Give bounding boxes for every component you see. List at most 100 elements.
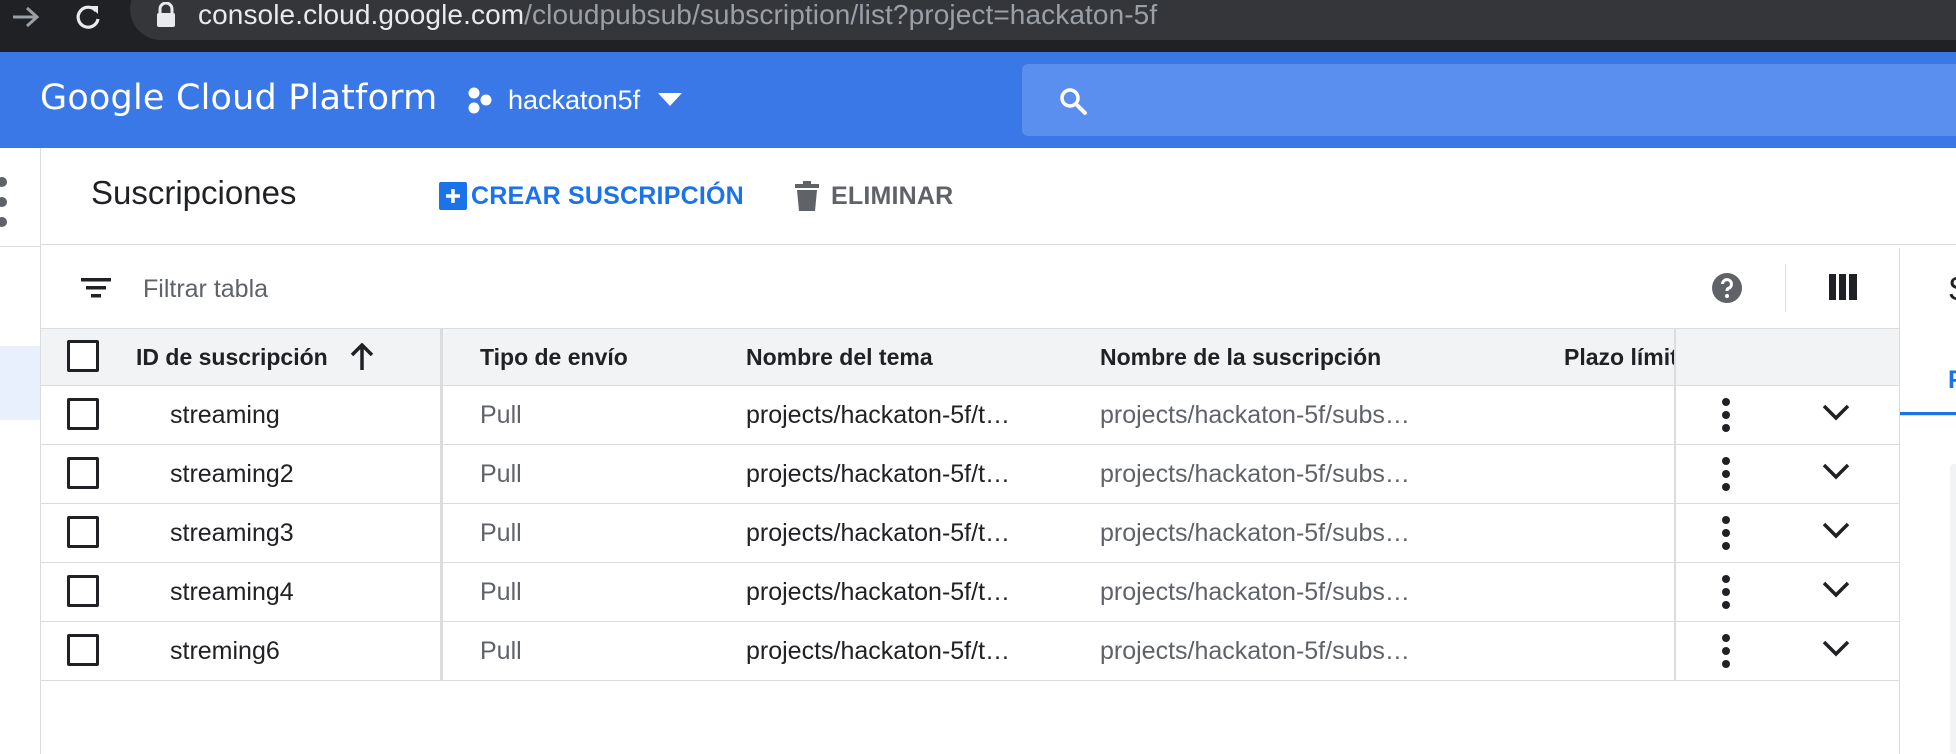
row-checkbox[interactable] (67, 516, 99, 548)
cell-subscription-name: projects/hackaton-5f/subs… (1100, 637, 1410, 665)
row-divider (440, 445, 443, 503)
url-path: /cloudpubsub/subscription/list?project=h… (524, 0, 1158, 30)
cell-subscription-id[interactable]: streaming (170, 386, 280, 444)
row-checkbox[interactable] (67, 634, 99, 666)
table-row[interactable]: streming6 Pull projects/hackaton-5f/t… p… (41, 622, 1899, 681)
cell-subscription-name: projects/hackaton-5f/subs… (1100, 519, 1410, 547)
cell-subscription-name: projects/hackaton-5f/subs… (1100, 578, 1410, 606)
chevron-down-icon[interactable] (1822, 522, 1850, 540)
table-row[interactable]: streaming2 Pull projects/hackaton-5f/t… … (41, 445, 1899, 504)
reload-icon[interactable] (68, 0, 108, 34)
browser-toolbar: console.cloud.google.com/cloudpubsub/sub… (0, 0, 1956, 52)
filter-separator (1785, 264, 1786, 312)
filter-input[interactable] (141, 270, 845, 308)
url-host: console.cloud.google.com (198, 0, 525, 30)
cell-delivery-type: Pull (480, 637, 522, 665)
search-icon (1060, 88, 1087, 115)
select-all-checkbox[interactable] (67, 340, 99, 372)
page-title: Suscripciones (91, 174, 297, 211)
page-toolbar: Suscripciones CREAR SUSCRIPCIÓN ELIMINAR (41, 148, 1956, 245)
search-input[interactable] (1022, 64, 1956, 136)
create-subscription-button[interactable]: CREAR SUSCRIPCIÓN (439, 178, 744, 214)
row-divider (440, 386, 443, 444)
chevron-down-icon[interactable] (1822, 581, 1850, 599)
cell-topic-name[interactable]: projects/hackaton-5f/t… (746, 386, 1010, 444)
gcp-header: Google Cloud Platform hackaton5f (0, 52, 1956, 148)
filter-bar (41, 248, 1899, 329)
row-divider (440, 563, 443, 621)
more-vert-icon[interactable] (1721, 516, 1731, 550)
row-divider (440, 622, 443, 680)
info-side-panel: S F (1900, 248, 1956, 754)
trash-icon (795, 181, 819, 211)
subscriptions-table: ID de suscripción Tipo de envío Nombre d… (41, 248, 1900, 754)
sort-ascending-icon[interactable] (350, 342, 374, 371)
side-panel-divider (1900, 415, 1956, 416)
cell-delivery-type: Pull (480, 401, 522, 429)
cell-subscription-name: projects/hackaton-5f/subs… (1100, 460, 1410, 488)
cell-topic-name[interactable]: projects/hackaton-5f/t… (746, 622, 1010, 680)
table-row[interactable]: streaming3 Pull projects/hackaton-5f/t… … (41, 504, 1899, 563)
more-vert-icon[interactable] (1721, 457, 1731, 491)
url-text[interactable]: console.cloud.google.com/cloudpubsub/sub… (198, 0, 1157, 32)
delete-label: ELIMINAR (831, 181, 954, 210)
more-vert-icon[interactable] (1721, 575, 1731, 609)
more-vert-icon[interactable] (1721, 398, 1731, 432)
filter-icon (81, 278, 111, 298)
table-row[interactable]: streaming4 Pull projects/hackaton-5f/t… … (41, 563, 1899, 622)
left-nav-rail (0, 148, 41, 754)
row-checkbox[interactable] (67, 457, 99, 489)
row-checkbox[interactable] (67, 575, 99, 607)
col-header-type[interactable]: Tipo de envío (480, 329, 628, 385)
col-header-id[interactable]: ID de suscripción (136, 329, 374, 385)
row-divider (1674, 622, 1676, 680)
forward-arrow-icon[interactable] (6, 0, 46, 34)
column-display-icon[interactable] (1829, 274, 1857, 300)
chevron-down-icon[interactable] (1822, 463, 1850, 481)
brand-logo[interactable]: Google Cloud Platform (40, 78, 437, 118)
cell-subscription-id[interactable]: streming6 (170, 622, 280, 680)
chevron-down-icon (658, 93, 683, 106)
cell-topic-name[interactable]: projects/hackaton-5f/t… (746, 445, 1010, 503)
sticky-column-divider (440, 329, 443, 385)
actions-column-divider (1674, 329, 1676, 385)
rail-divider (0, 246, 40, 247)
cell-subscription-name: projects/hackaton-5f/subs… (1100, 401, 1410, 429)
lock-icon (155, 1, 177, 30)
rail-active-item[interactable] (0, 346, 40, 420)
project-name: hackaton5f (508, 84, 641, 115)
table-body: streaming Pull projects/hackaton-5f/t… p… (41, 386, 1899, 681)
chevron-down-icon[interactable] (1822, 640, 1850, 658)
side-panel-tab[interactable]: F (1948, 366, 1956, 395)
project-dots-icon (468, 87, 492, 114)
more-vert-icon[interactable] (0, 176, 10, 228)
table-header: ID de suscripción Tipo de envío Nombre d… (41, 329, 1899, 386)
cell-subscription-id[interactable]: streaming4 (170, 563, 294, 621)
add-box-icon (439, 182, 467, 210)
cell-subscription-id[interactable]: streaming2 (170, 445, 294, 503)
delete-button[interactable]: ELIMINAR (795, 178, 953, 214)
more-vert-icon[interactable] (1721, 634, 1731, 668)
col-header-subscription-name[interactable]: Nombre de la suscripción (1100, 329, 1381, 385)
cell-delivery-type: Pull (480, 519, 522, 547)
cell-topic-name[interactable]: projects/hackaton-5f/t… (746, 563, 1010, 621)
row-divider (1674, 504, 1676, 562)
side-panel-content (1950, 464, 1956, 754)
col-header-deadline[interactable]: Plazo límit (1564, 329, 1674, 385)
project-picker[interactable]: hackaton5f (466, 78, 683, 122)
chevron-down-icon[interactable] (1822, 404, 1850, 422)
row-divider (1674, 386, 1676, 444)
table-row[interactable]: streaming Pull projects/hackaton-5f/t… p… (41, 386, 1899, 445)
cell-delivery-type: Pull (480, 578, 522, 606)
side-panel-title: S (1948, 270, 1956, 308)
cell-delivery-type: Pull (480, 460, 522, 488)
help-icon[interactable] (1711, 272, 1743, 304)
row-divider (1674, 563, 1676, 621)
cell-topic-name[interactable]: projects/hackaton-5f/t… (746, 504, 1010, 562)
row-checkbox[interactable] (67, 398, 99, 430)
row-divider (440, 504, 443, 562)
create-subscription-label: CREAR SUSCRIPCIÓN (471, 181, 744, 210)
col-header-topic[interactable]: Nombre del tema (746, 329, 933, 385)
col-header-id-label: ID de suscripción (136, 344, 328, 370)
cell-subscription-id[interactable]: streaming3 (170, 504, 294, 562)
